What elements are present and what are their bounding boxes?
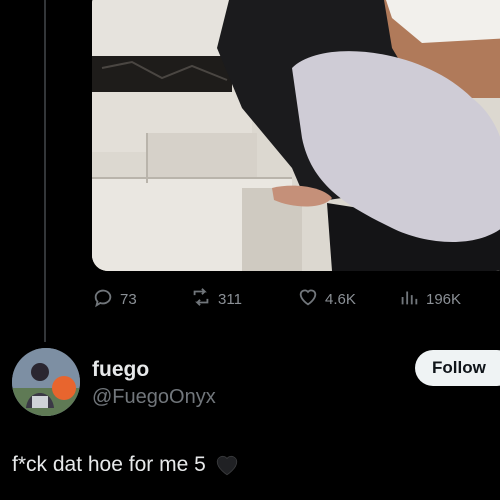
repost-count: 311 <box>218 290 242 308</box>
reply-count: 73 <box>120 290 137 308</box>
like-button[interactable]: 4.6K <box>297 285 356 313</box>
follow-button[interactable]: Follow <box>415 350 500 386</box>
author-handle[interactable]: @FuegoOnyx <box>92 386 216 409</box>
reply-button[interactable]: 73 <box>92 285 137 313</box>
author-name[interactable]: fuego <box>92 358 149 382</box>
tweet-text: f*ck dat hoe for me 5 <box>12 453 206 476</box>
analytics-icon <box>398 286 420 312</box>
view-count: 196K <box>426 290 462 308</box>
black-heart-icon <box>214 452 240 478</box>
avatar[interactable] <box>12 348 80 416</box>
like-count: 4.6K <box>325 290 356 308</box>
repost-icon <box>190 286 212 312</box>
media-image[interactable] <box>92 0 500 271</box>
tweet-action-bar: 73 311 4.6K 196K <box>92 285 492 313</box>
thread-connector-line <box>44 0 46 342</box>
reply-icon <box>92 286 114 312</box>
heart-icon <box>297 286 319 312</box>
views-button[interactable]: 196K <box>398 285 461 313</box>
tweet-author-row: fuego @FuegoOnyx Follow <box>12 348 500 418</box>
repost-button[interactable]: 311 <box>190 285 242 313</box>
tweet-body: f*ck dat hoe for me 5 <box>12 452 240 478</box>
